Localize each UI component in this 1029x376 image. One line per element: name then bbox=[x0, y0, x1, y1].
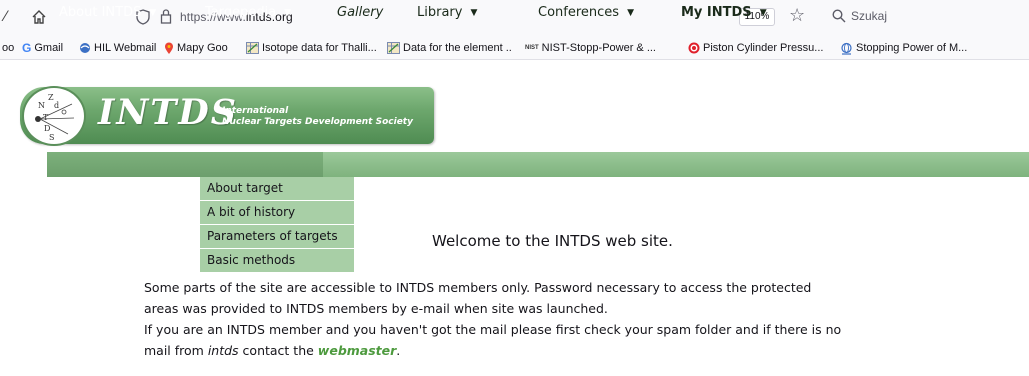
menu-gallery[interactable]: Gallery bbox=[337, 4, 383, 21]
bookmark-piston[interactable]: Piston Cylinder Pressu... bbox=[688, 41, 823, 57]
text-fragment: mail from bbox=[144, 343, 208, 358]
dropdown-arrow-icon: ▼ bbox=[759, 8, 767, 18]
bookmark-partial[interactable]: oo bbox=[2, 41, 14, 57]
dropdown-arrow-icon: ▼ bbox=[470, 8, 478, 18]
logo-emblem-icon: ZNd TDS bbox=[22, 86, 86, 146]
table-icon bbox=[387, 42, 400, 55]
bookmark-label: Piston Cylinder Pressu... bbox=[703, 42, 824, 54]
logo-subtitle: International Nuclear Targets Developmen… bbox=[222, 106, 413, 128]
bookmark-label: HIL Webmail bbox=[94, 42, 157, 54]
svg-text:d: d bbox=[54, 101, 59, 110]
dropdown-arrow-icon: ▼ bbox=[627, 8, 634, 18]
svg-text:N: N bbox=[38, 101, 45, 110]
intds-italic: intds bbox=[207, 343, 239, 358]
member-paragraph-line2: mail from intds contact the webmaster. bbox=[144, 341, 400, 361]
bookmark-label: Stopping Power of M... bbox=[856, 42, 968, 54]
bookmark-data-element[interactable]: Data for the element .. bbox=[387, 41, 512, 57]
lock-icon[interactable] bbox=[160, 8, 172, 24]
menu-label: Gallery bbox=[337, 5, 384, 20]
bookmark-label: Isotope data for Thalli... bbox=[262, 42, 377, 54]
welcome-heading: Welcome to the INTDS web site. bbox=[432, 232, 673, 250]
home-icon[interactable] bbox=[30, 8, 48, 26]
dropdown-item-history[interactable]: A bit of history bbox=[200, 201, 354, 225]
search-input[interactable]: Szukaj bbox=[851, 9, 887, 23]
menu-label: About INTDS bbox=[59, 5, 142, 20]
menu-highlight bbox=[47, 152, 323, 177]
forward-arrow-icon[interactable]: ⁄ bbox=[4, 9, 6, 25]
bookmark-star-icon[interactable]: ☆ bbox=[789, 6, 805, 26]
bookmark-label: Gmail bbox=[34, 42, 64, 54]
svg-text:D: D bbox=[44, 124, 50, 133]
bookmark-label: oo bbox=[2, 42, 15, 54]
dropdown-arrow-icon: ▼ bbox=[149, 8, 157, 18]
text-fragment: contact the bbox=[238, 343, 318, 358]
logo-subtitle-line2: Nuclear Targets Development Society bbox=[222, 117, 413, 127]
bookmark-gmail[interactable]: G Gmail bbox=[22, 41, 63, 57]
bookmark-label: Mapy Goo bbox=[177, 42, 228, 54]
targepedia-dropdown: About target A bit of history Parameters… bbox=[200, 177, 354, 273]
svg-text:S: S bbox=[49, 133, 54, 142]
search-icon bbox=[832, 9, 846, 23]
logo-subtitle-line1: International bbox=[222, 106, 289, 116]
info-paragraph-line2: areas was provided to INTDS members by e… bbox=[144, 301, 608, 316]
map-pin-icon bbox=[165, 42, 173, 54]
menu-about-intds[interactable]: About INTDS ▼ bbox=[59, 4, 156, 22]
menu-conferences[interactable]: Conferences ▼ bbox=[538, 4, 634, 22]
bookmark-hil-webmail[interactable]: HIL Webmail bbox=[79, 41, 156, 57]
info-paragraph-line1: Some parts of the site are accessible to… bbox=[144, 280, 812, 295]
menu-label: Targepedia bbox=[205, 5, 277, 20]
table-icon bbox=[246, 42, 259, 55]
member-paragraph-line1: If you are an INTDS member and you haven… bbox=[144, 322, 842, 337]
dropdown-item-about-target[interactable]: About target bbox=[200, 177, 354, 201]
webmaster-link[interactable]: webmaster bbox=[318, 343, 397, 358]
dropdown-item-basic-methods[interactable]: Basic methods bbox=[200, 249, 354, 273]
bookmark-stopping-power[interactable]: Stopping Power of M... bbox=[840, 41, 967, 57]
text-fragment: . bbox=[396, 343, 401, 358]
menu-label: Conferences bbox=[538, 5, 620, 20]
bookmark-nist[interactable]: NIST NIST-Stopp-Power & ... bbox=[525, 41, 656, 57]
dropdown-item-parameters[interactable]: Parameters of targets bbox=[200, 225, 354, 249]
bookmark-isotope[interactable]: Isotope data for Thalli... bbox=[246, 41, 377, 57]
menu-label: Library bbox=[417, 5, 463, 20]
target-icon bbox=[688, 42, 700, 54]
dropdown-arrow-icon: ▼ bbox=[284, 8, 292, 18]
nist-icon: NIST bbox=[525, 45, 539, 52]
globe-icon bbox=[841, 42, 852, 55]
logo-wordmark: INTDS bbox=[98, 92, 239, 133]
menu-my-intds[interactable]: My INTDS ▼ bbox=[681, 4, 767, 22]
webmail-icon bbox=[80, 43, 90, 54]
menu-targepedia[interactable]: Targepedia ▼ bbox=[205, 4, 291, 22]
bookmark-mapy[interactable]: Mapy Goo bbox=[164, 41, 228, 57]
bookmark-label: Data for the element .. bbox=[403, 42, 512, 54]
menu-library[interactable]: Library ▼ bbox=[417, 4, 477, 22]
bookmark-label: NIST-Stopp-Power & ... bbox=[541, 42, 656, 54]
gmail-icon: G bbox=[22, 41, 32, 56]
menu-label: My INTDS bbox=[681, 5, 752, 20]
bookmarks-toolbar: oo G Gmail HIL Webmail Mapy Goo Isotope d… bbox=[0, 36, 1029, 60]
